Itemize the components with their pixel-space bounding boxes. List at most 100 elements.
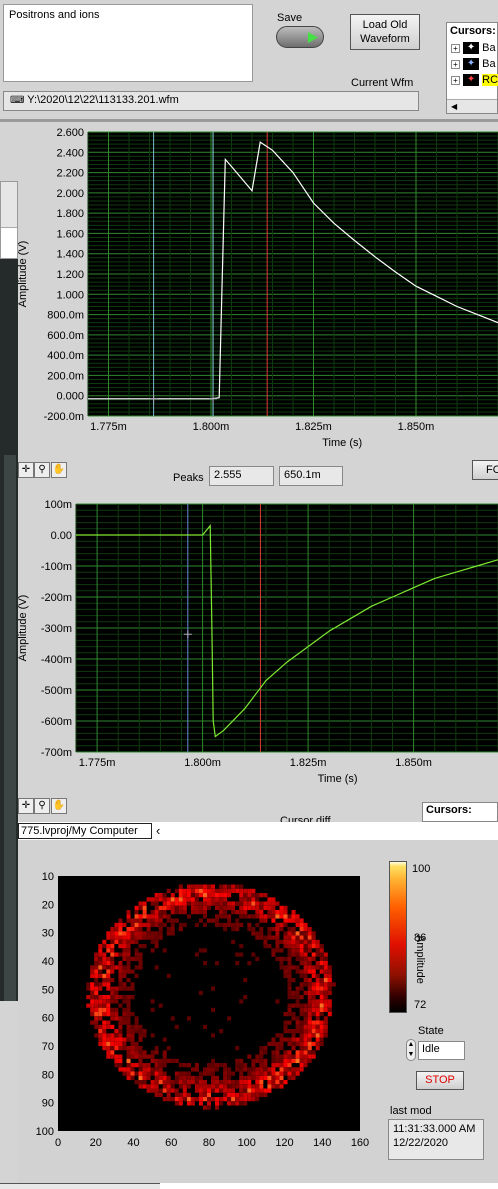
heatmap-pixel [211, 897, 216, 902]
heatmap-pixel [150, 1080, 155, 1085]
heatmap-pixel [315, 961, 320, 966]
heatmap-pixel [142, 1067, 147, 1072]
heatmap-pixel [223, 1067, 228, 1072]
heatmap-pixel [142, 901, 147, 906]
chart-1-svg[interactable]: 2.600 2.400 2.200 2.000 1.800 1.600 1.400 1.200… [0, 122, 498, 460]
heatmap-pixel [162, 897, 167, 902]
heatmap-pixel [223, 1063, 228, 1068]
heatmap-pixel [94, 1003, 99, 1008]
heatmap-pixel [182, 1080, 187, 1085]
heatmap-pixel [315, 1012, 320, 1017]
heatmap-pixel [259, 1063, 264, 1068]
cursor-tool-button[interactable]: ✛ [18, 798, 34, 814]
heatmap-pixel [255, 914, 260, 919]
heatmap-pixel [311, 952, 316, 957]
scroll-left-chevron-icon[interactable]: ‹ [156, 823, 160, 838]
overlay-popup-row[interactable] [1, 182, 17, 228]
heatmap-pixel [299, 931, 304, 936]
heatmap-pixel [194, 1080, 199, 1085]
zoom-tool-icon[interactable]: ⚲ [34, 798, 50, 814]
cursors-hscrollbar[interactable]: ◀ [447, 99, 497, 113]
peak-value-2: 650.1m [279, 466, 343, 486]
heatmap-pixel [247, 1084, 252, 1089]
peak-value-1: 2.555 [209, 466, 274, 486]
heatmap-pixel [178, 1063, 183, 1068]
chart-2-svg[interactable]: 100m 0.00 -100m -200m -300m -400m -500m -600m -7… [0, 494, 498, 796]
heatmap-pixel [126, 1075, 131, 1081]
heatmap-pixel [126, 1007, 131, 1013]
heatmap-pixel [303, 939, 308, 945]
heatmap-pixel [283, 1020, 288, 1025]
heatmap-pixel [142, 935, 147, 940]
heatmap-pixel [102, 1024, 107, 1030]
heatmap-pixel [130, 931, 135, 936]
heatmap-pixel [271, 1050, 276, 1055]
heatmap-pixel [247, 1092, 252, 1098]
heatmap-pixel [186, 914, 191, 919]
heatmap-pixel [182, 1084, 187, 1089]
comment-textbox[interactable]: Positrons and ions [3, 4, 253, 82]
zoom-tool-icon[interactable]: ⚲ [34, 462, 50, 478]
heatmap-pixel [219, 901, 224, 906]
heatmap-pixel [215, 893, 220, 898]
heatmap-pixel [315, 1016, 320, 1021]
project-path-text: 775.lvproj/My Computer [21, 825, 138, 837]
heatmap-pixel [231, 1101, 236, 1106]
color-scale-bar[interactable] [389, 861, 407, 1013]
heatmap-pixel [174, 1101, 179, 1106]
intensity-graph[interactable]: 1020304050607080901000 20 40 60 80 100 120 140 1… [18, 840, 388, 1160]
heatmap-pixel [319, 969, 324, 974]
heatmap-pixel [102, 1007, 107, 1013]
heatmap-pixel [319, 965, 324, 970]
heatmap-pixel [182, 897, 187, 902]
heatmap-pixel [114, 952, 119, 957]
heatmap-pixel [231, 1080, 236, 1085]
heatmap-pixel [307, 944, 312, 949]
fo-button[interactable]: FO [472, 460, 498, 480]
state-value[interactable]: Idle [418, 1041, 465, 1060]
save-toggle[interactable] [276, 26, 324, 48]
heatmap-pixel [98, 973, 103, 979]
overlay-popup-row[interactable] [1, 228, 17, 258]
heatmap-pixel [303, 969, 308, 974]
cursor-item-2[interactable]: + ✦ Ba [451, 58, 498, 72]
heatmap-pixel [279, 1067, 284, 1072]
heatmap-pixel [174, 1088, 179, 1093]
heatmap-pixel [134, 1016, 139, 1021]
heatmap-pixel [154, 1046, 159, 1051]
load-old-waveform-button[interactable]: Load Old Waveform [350, 14, 420, 50]
heatmap-pixel [279, 1075, 284, 1081]
heatmap-pixel [122, 935, 127, 940]
pan-hand-icon[interactable]: ✋ [51, 462, 67, 478]
heatmap-pixel [198, 1080, 203, 1085]
heatmap-pixel [166, 1046, 171, 1051]
heatmap-pixel [299, 939, 304, 945]
heatmap-pixel [303, 965, 308, 970]
cursor-item-3[interactable]: + ✦ RC [451, 74, 498, 88]
project-path-box[interactable]: 775.lvproj/My Computer [18, 823, 152, 839]
heatmap-pixel [158, 1067, 163, 1072]
heatmap-pixel [307, 982, 312, 987]
heatmap-pixel [211, 1084, 216, 1089]
cursor-item-1[interactable]: + ✦ Ba [451, 42, 498, 56]
heatmap-pixel [243, 1067, 248, 1072]
heatmap-pixel [223, 922, 228, 928]
heatmap-pixel [287, 944, 292, 949]
heatmap-pixel [170, 893, 175, 898]
heatmap-pixel [303, 931, 308, 936]
heatmap-pixel [158, 905, 163, 911]
file-path-display[interactable]: ⌨ Y:\2020\12\22\113133.201.wfm [3, 91, 419, 111]
heatmap-pixel [279, 910, 284, 915]
heatmap-pixel [219, 1101, 224, 1106]
stop-button[interactable]: STOP [416, 1071, 464, 1090]
heatmap-pixel [86, 995, 91, 1000]
heatmap-pixel [239, 1092, 244, 1098]
heatmap-pixel [178, 1071, 183, 1076]
cursor-tool-button[interactable]: ✛ [18, 462, 34, 478]
scroll-left-icon[interactable]: ◀ [451, 102, 457, 111]
heatmap-pixel [203, 888, 208, 894]
pan-hand-icon[interactable]: ✋ [51, 798, 67, 814]
state-spinner[interactable]: ▲ ▼ [406, 1039, 416, 1061]
heatmap-pixel [311, 995, 316, 1000]
heatmap-pixel [219, 1063, 224, 1068]
